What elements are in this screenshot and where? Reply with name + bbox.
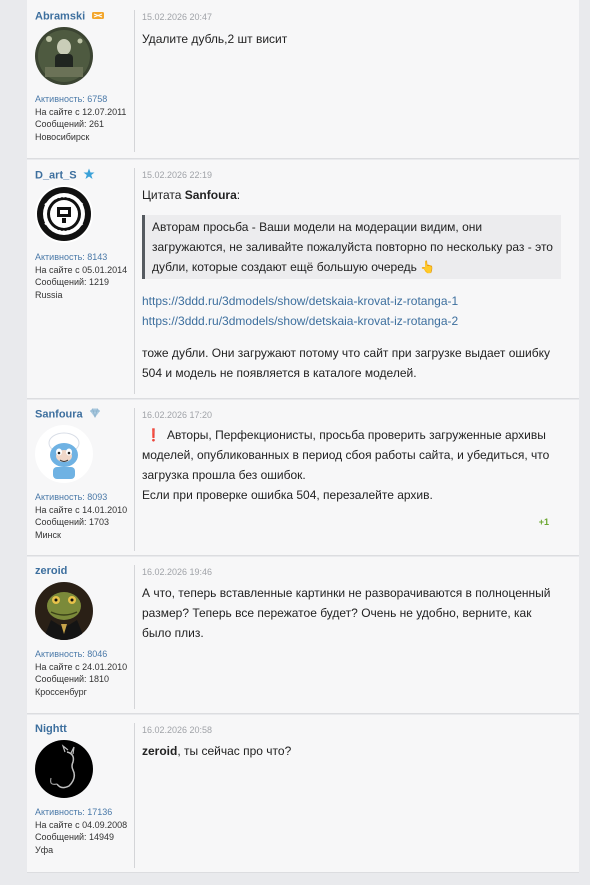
post-divider bbox=[134, 723, 135, 868]
post-text: zeroid, ты сейчас про что? bbox=[142, 744, 292, 758]
post-divider bbox=[134, 408, 135, 551]
username-link[interactable]: Abramski bbox=[35, 10, 105, 23]
user-stats: Активность: 8143 На сайте с 05.01.2014 С… bbox=[35, 251, 127, 301]
post-text: А что, теперь вставленные картинки не ра… bbox=[142, 586, 551, 640]
message-count: Сообщений: 14949 bbox=[35, 832, 115, 842]
avatar[interactable] bbox=[35, 740, 93, 798]
post-date: 16.02.2026 19:46 bbox=[142, 567, 213, 577]
avatar[interactable] bbox=[35, 185, 93, 243]
member-since: На сайте с 12.07.2011 bbox=[35, 106, 127, 117]
star-icon bbox=[83, 168, 95, 183]
user-stats: Активность: 8093 На сайте с 14.01.2010 С… bbox=[35, 491, 127, 541]
post-date: 16.02.2026 17:20 bbox=[142, 410, 213, 420]
user-location: Минск bbox=[35, 529, 61, 540]
message-count: Сообщений: 1219 bbox=[35, 277, 110, 287]
link-list: https://3ddd.ru/3dmodels/show/detskaia-k… bbox=[142, 291, 458, 331]
username-link[interactable]: zeroid bbox=[35, 565, 67, 577]
avatar[interactable] bbox=[35, 27, 93, 85]
forum-post: Abramski Активность: 6758 На сайте с 12.… bbox=[27, 2, 579, 159]
post-divider bbox=[134, 565, 135, 709]
forum-post: D_art_S Активность: 8143 На сайте с 05.0… bbox=[27, 160, 579, 399]
member-since: На сайте с 05.01.2014 bbox=[35, 264, 128, 275]
activity-link[interactable]: Активность: 8143 bbox=[35, 251, 127, 264]
activity-link[interactable]: Активность: 6758 bbox=[35, 93, 126, 106]
post-date: 15.02.2026 22:19 bbox=[142, 170, 213, 180]
quote-block: Авторам просьба - Ваши модели на модерац… bbox=[142, 215, 561, 279]
user-location: Уфа bbox=[35, 844, 54, 855]
member-since: На сайте с 14.01.2010 bbox=[35, 504, 128, 515]
alert-icon: ❗ bbox=[146, 428, 161, 442]
post-text: тоже дубли. Они загружают потому что сай… bbox=[142, 346, 550, 380]
model-link[interactable]: https://3ddd.ru/3dmodels/show/detskaia-k… bbox=[142, 314, 458, 328]
avatar[interactable] bbox=[35, 425, 93, 483]
user-stats: Активность: 6758 На сайте с 12.07.2011 С… bbox=[35, 93, 126, 143]
rank-badge-icon bbox=[91, 10, 105, 23]
diamond-icon bbox=[89, 408, 101, 421]
user-location: Russia bbox=[35, 289, 63, 300]
message-count: Сообщений: 1703 bbox=[35, 517, 110, 527]
pointing-hand-icon: 👆 bbox=[420, 260, 436, 274]
model-link[interactable]: https://3ddd.ru/3dmodels/show/detskaia-k… bbox=[142, 294, 458, 308]
post-divider bbox=[134, 168, 135, 394]
user-stats: Активность: 17136 На сайте с 04.09.2008 … bbox=[35, 806, 127, 856]
quote-author: Sanfoura bbox=[184, 188, 237, 202]
username-link[interactable]: D_art_S bbox=[35, 168, 95, 183]
post-text: ❗ Авторы, Перфекционисты, просьба провери… bbox=[142, 428, 550, 502]
rating-plus-one[interactable]: +1 bbox=[539, 517, 549, 527]
forum-post: zeroid Активность: 8046 На сайте с 24.01… bbox=[27, 557, 579, 714]
activity-link[interactable]: Активность: 8093 bbox=[35, 491, 127, 504]
member-since: На сайте с 04.09.2008 bbox=[35, 819, 128, 830]
activity-link[interactable]: Активность: 8046 bbox=[35, 648, 127, 661]
quote-text: Авторам просьба - Ваши модели на модерац… bbox=[152, 220, 553, 274]
username-link[interactable]: Nightt bbox=[35, 723, 67, 735]
forum-post: Sanfoura Активность: 8093 На сайте с 14.… bbox=[27, 400, 579, 556]
message-count: Сообщений: 1810 bbox=[35, 674, 110, 684]
message-count: Сообщений: 261 bbox=[35, 119, 105, 129]
activity-link[interactable]: Активность: 17136 bbox=[35, 806, 127, 819]
mention-link[interactable]: zeroid bbox=[142, 744, 177, 758]
user-location: Новосибирск bbox=[35, 131, 90, 142]
post-divider bbox=[134, 10, 135, 152]
user-stats: Активность: 8046 На сайте с 24.01.2010 С… bbox=[35, 648, 127, 698]
post-text: Удалите дубль,2 шт висит bbox=[142, 32, 288, 46]
forum-post: Nightt Активность: 17136 На сайте с 04.0… bbox=[27, 715, 579, 873]
quote-header: Цитата Sanfoura: bbox=[142, 188, 241, 202]
username-link[interactable]: Sanfoura bbox=[35, 408, 101, 421]
avatar[interactable] bbox=[35, 582, 93, 640]
post-date: 15.02.2026 20:47 bbox=[142, 12, 213, 22]
member-since: На сайте с 24.01.2010 bbox=[35, 661, 128, 672]
user-location: Кроссенбург bbox=[35, 686, 87, 697]
post-date: 16.02.2026 20:58 bbox=[142, 725, 213, 735]
